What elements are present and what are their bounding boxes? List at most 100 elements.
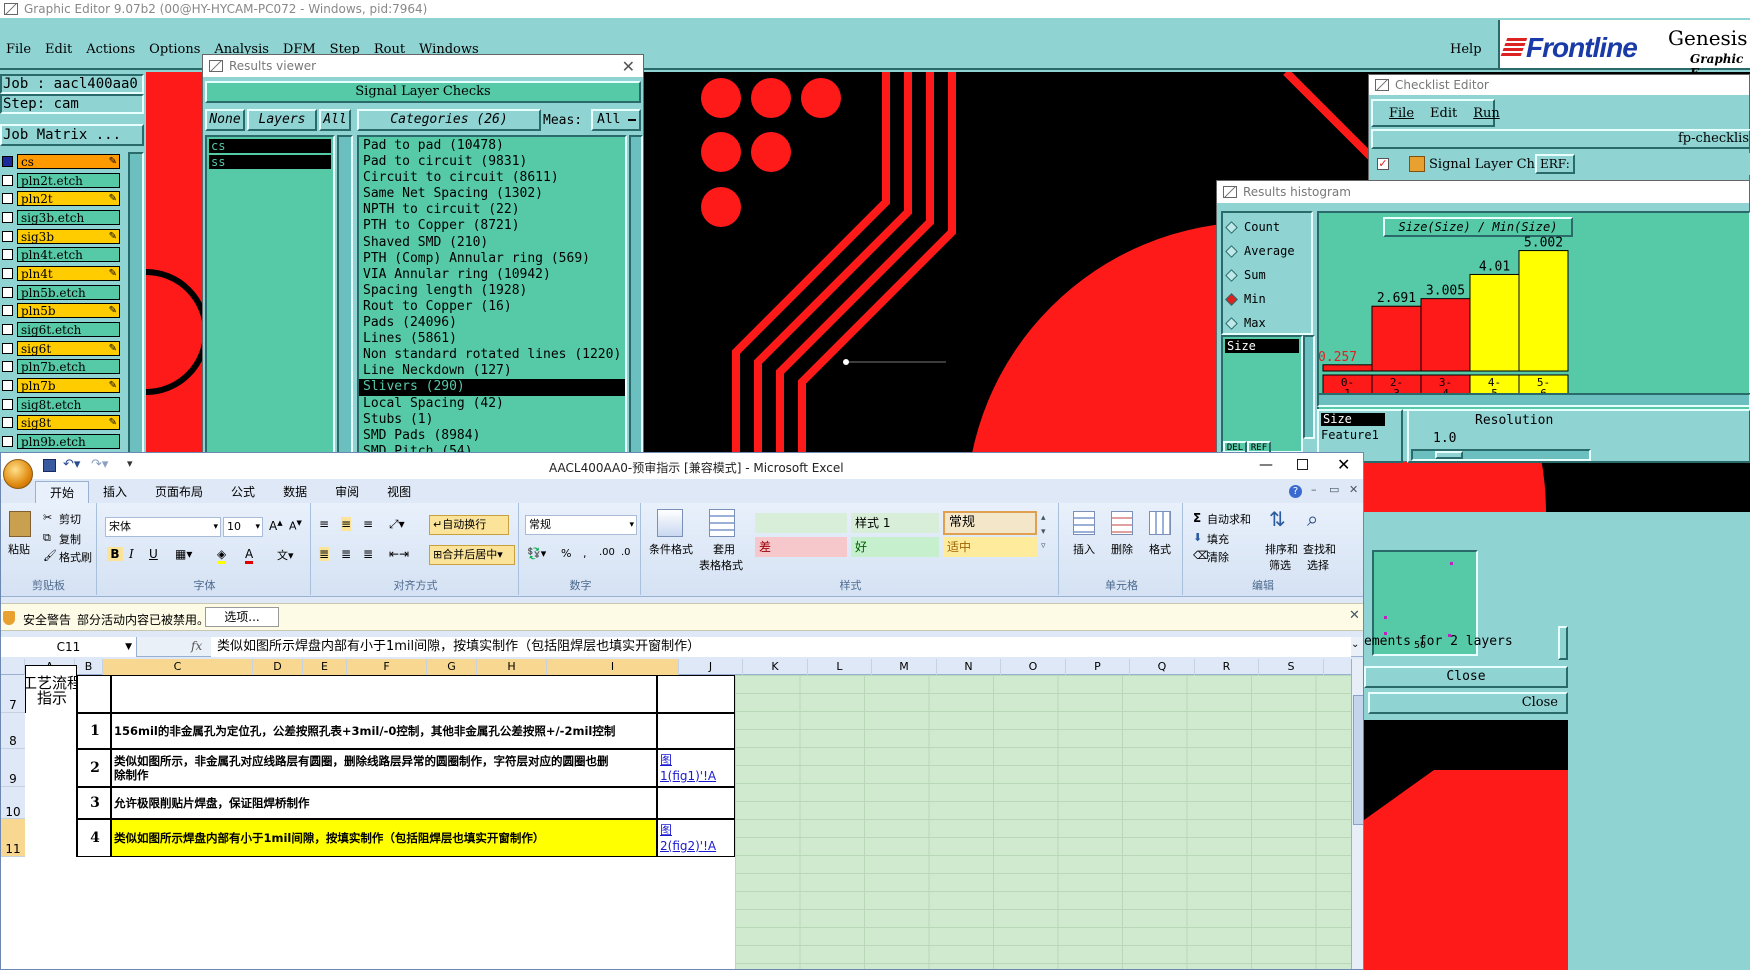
ribbon-tab[interactable]: 公式 (217, 481, 269, 503)
undo-icon[interactable]: ↶▾ (63, 457, 80, 472)
formula-expand-icon[interactable]: ⌄ (1351, 639, 1359, 650)
align-bottom-icon[interactable]: ≡ (363, 517, 373, 531)
close-button-1[interactable]: Close (1364, 666, 1568, 688)
font-size-select[interactable]: 10 ▾ (223, 517, 263, 537)
layer-name[interactable]: pln4t ✎ (17, 265, 120, 281)
security-close-icon[interactable]: ✕ (1349, 608, 1360, 623)
none-button[interactable]: None (205, 109, 245, 131)
resolution-slider-handle[interactable] (1435, 451, 1463, 459)
column-header-j[interactable]: J (679, 659, 743, 675)
style-neutral[interactable]: 适中 (943, 537, 1037, 557)
layer-checkbox[interactable] (2, 249, 13, 261)
maximize-icon[interactable] (1297, 459, 1308, 470)
layer-row[interactable]: pln5b.etch (0, 283, 126, 302)
cell-a[interactable]: 工艺流程指示 (25, 665, 77, 713)
category-item[interactable]: SMD Pads (8984) (359, 428, 625, 444)
cell-b-index[interactable] (77, 675, 111, 713)
layer-row[interactable]: pln4t ✎ (0, 264, 126, 283)
job-matrix-button[interactable]: Job Matrix ... (0, 124, 144, 146)
ribbon-tab[interactable]: 审阅 (321, 481, 373, 503)
cell-j-hyperlink[interactable]: 图 2(fig2)'!A (657, 819, 735, 857)
font-color-icon[interactable]: A (245, 547, 254, 564)
resolution-slider[interactable] (1411, 449, 1591, 461)
column-header-h[interactable]: H (477, 659, 547, 675)
layer-row[interactable]: pln7b.etch (0, 358, 126, 377)
comma-icon[interactable]: , (583, 547, 587, 560)
ribbon-tab[interactable]: 视图 (373, 481, 425, 503)
layer-name[interactable]: cs ✎ (17, 153, 120, 169)
mode-radio-max[interactable]: Max (1223, 311, 1311, 335)
align-right-icon[interactable]: ≣ (363, 547, 373, 561)
category-item[interactable]: Slivers (290) (359, 379, 625, 396)
cell-c-selected[interactable]: 类似如图所示焊盘内部有小于1mil间隙，按填实制作（包括阻焊层也填实开窗制作） (111, 819, 657, 857)
checklist-menu-edit[interactable]: Edit (1430, 106, 1457, 121)
ribbon-tab[interactable]: 插入 (89, 481, 141, 503)
column-header-e[interactable]: E (303, 659, 347, 675)
category-item[interactable]: Spacing length (1928) (359, 283, 625, 299)
layer-checkbox[interactable] (2, 174, 13, 186)
checklist-menu-run[interactable]: Run (1473, 106, 1500, 121)
layer-checkbox[interactable] (2, 342, 13, 354)
layer-name[interactable]: pln4t.etch (17, 247, 120, 263)
measure-side-button[interactable] (1558, 626, 1568, 660)
layer-checkbox[interactable] (2, 398, 13, 410)
paste-icon[interactable] (9, 511, 31, 537)
format-cells-icon[interactable] (1149, 511, 1171, 535)
histogram-bar[interactable] (1371, 305, 1422, 372)
autosum-button[interactable]: 自动求和 (1207, 511, 1251, 527)
sheet-grid[interactable]: 7工艺流程指示8 1156mil的非金属孔为定位孔，公差按照孔表+3mil/-0控… (1, 665, 1351, 969)
indent-icon[interactable]: ⇤⇥ (389, 547, 409, 561)
layer-row[interactable]: sig6t ✎ (0, 339, 126, 358)
align-center-icon[interactable]: ≣ (341, 547, 351, 561)
menu-file[interactable]: File (6, 42, 31, 57)
layer-checkbox[interactable] (2, 380, 13, 392)
save-icon[interactable] (43, 459, 56, 472)
format-painter-button[interactable]: 格式刷 (59, 549, 92, 565)
sort-filter-label-1[interactable]: 排序和 (1265, 541, 1298, 557)
layer-row[interactable]: sig3b.etch (0, 208, 126, 227)
attribute-scrollbar[interactable] (1303, 335, 1315, 439)
layer-row[interactable]: pln4t.etch (0, 245, 126, 264)
style-blank[interactable] (755, 513, 847, 533)
help-icon[interactable]: ? (1289, 485, 1302, 498)
cell-j-hyperlink[interactable] (657, 787, 735, 819)
align-middle-icon[interactable]: ≡ (341, 517, 352, 531)
layer-name[interactable]: sig8t ✎ (17, 415, 120, 431)
styles-scroll-icon[interactable]: ▴ ▾ ▿ (1041, 511, 1046, 553)
ribbon-tab[interactable]: 页面布局 (141, 481, 217, 503)
layer-name[interactable]: sig3b ✎ (17, 228, 120, 244)
menu-actions[interactable]: Actions (86, 42, 135, 57)
checkbox-checked-icon[interactable]: ✓ (1377, 158, 1389, 170)
selected-layer-ss[interactable]: ss (209, 155, 331, 169)
scroll-thumb[interactable] (1353, 695, 1363, 825)
paste-button[interactable]: 粘贴 (8, 541, 30, 557)
currency-icon[interactable]: 💱▾ (527, 547, 546, 560)
layer-row[interactable]: pln2t.etch (0, 171, 126, 190)
clear-button[interactable]: 清除 (1207, 549, 1229, 565)
cell-b-index[interactable]: 1 (77, 713, 111, 749)
row-header[interactable]: 7 (1, 675, 25, 713)
all-layers-button[interactable]: All (319, 109, 351, 131)
layer-row[interactable]: sig8t ✎ (0, 414, 126, 433)
ribbon-tab[interactable]: 开始 (35, 481, 90, 503)
column-header-k[interactable]: K (743, 659, 808, 675)
cell-j-hyperlink[interactable] (657, 675, 735, 713)
align-top-icon[interactable]: ≡ (319, 517, 329, 531)
copy-button[interactable]: 复制 (59, 531, 81, 547)
fill-button[interactable]: 填充 (1207, 531, 1229, 547)
histogram-hscroll[interactable] (1317, 393, 1750, 407)
row-header[interactable]: 8 (1, 713, 25, 749)
layer-row[interactable]: pln2t ✎ (0, 189, 126, 208)
number-format-select[interactable]: 常规 ▾ (525, 515, 637, 535)
layer-checkbox[interactable] (2, 193, 13, 205)
category-item[interactable]: Same Net Spacing (1302) (359, 186, 625, 202)
column-header-r[interactable]: R (1195, 659, 1259, 675)
layer-row[interactable]: cs ✎ (0, 152, 126, 171)
font-name-select[interactable]: 宋体 ▾ (105, 517, 221, 537)
cell-c-text[interactable]: 类似如图所示，非金属孔对应线路层有圆圈，删除线路层异常的圆圈制作，字符层对应的圆… (111, 749, 657, 787)
layer-checkbox[interactable] (2, 267, 13, 279)
layer-checkbox[interactable] (2, 417, 13, 429)
checklist-menu-file[interactable]: File (1389, 106, 1414, 121)
layer-checkbox[interactable] (2, 155, 13, 167)
conditional-format-button[interactable]: 条件格式 (649, 541, 693, 557)
